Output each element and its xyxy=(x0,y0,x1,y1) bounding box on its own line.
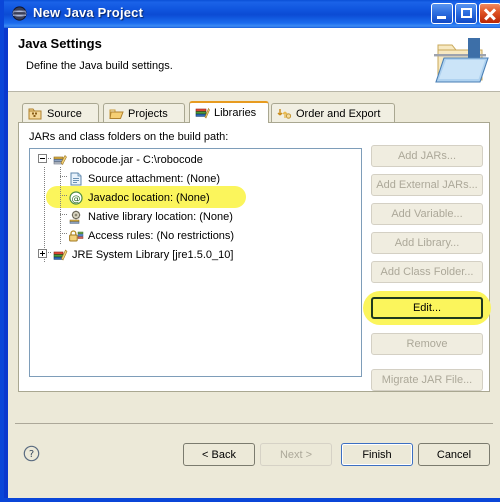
tree-connector xyxy=(60,176,68,177)
tree-row-label: Access rules: (No restrictions) xyxy=(88,229,235,242)
libraries-icon xyxy=(195,106,210,120)
svg-text:?: ? xyxy=(29,449,34,460)
add-class-folder-button[interactable]: Add Class Folder... xyxy=(371,261,483,283)
tab-order-and-export-label: Order and Export xyxy=(296,107,381,120)
tree-row-label: Native library location: (None) xyxy=(88,210,233,223)
tree-connector xyxy=(60,233,68,234)
expand-expander-icon[interactable] xyxy=(38,249,47,258)
remove-wrap: Remove xyxy=(371,333,483,355)
add-library-button[interactable]: Add Library... xyxy=(371,232,483,254)
page-subtitle: Define the Java build settings. xyxy=(26,60,173,72)
tree-row-access-rules[interactable]: Access rules: (No restrictions) xyxy=(68,226,234,245)
svg-text:@: @ xyxy=(72,194,81,204)
dialog-window: New Java Project Java Settings Define th… xyxy=(0,0,500,502)
libraries-tab-panel: JARs and class folders on the build path… xyxy=(18,122,491,392)
jar-icon xyxy=(52,152,68,168)
maximize-button[interactable] xyxy=(455,3,477,24)
cancel-button[interactable]: Cancel xyxy=(418,443,490,466)
window-title: New Java Project xyxy=(33,5,144,20)
tree-row-jre-system-library[interactable]: JRE System Library [jre1.5.0_10] xyxy=(38,245,234,264)
eclipse-globe-icon xyxy=(12,6,27,21)
tab-source-label: Source xyxy=(47,107,82,120)
edit-wrap: Edit... xyxy=(363,291,491,325)
jre-lib-icon xyxy=(52,247,68,263)
tree-row-jar[interactable]: robocode.jar - C:\robocode xyxy=(38,150,203,169)
tree-row-label: Javadoc location: (None) xyxy=(88,191,210,204)
window-controls xyxy=(431,3,500,24)
tab-source[interactable]: Source xyxy=(22,103,99,123)
tree-connector xyxy=(60,214,68,215)
tab-libraries[interactable]: Libraries xyxy=(189,101,269,123)
add-class-folder-wrap: Add Class Folder... xyxy=(371,261,483,283)
build-path-tree[interactable]: robocode.jar - C:\robocode Source attach… xyxy=(29,148,362,377)
source-folder-icon xyxy=(28,107,43,121)
tree-row-native-library[interactable]: Native library location: (None) xyxy=(68,207,233,226)
tab-projects-label: Projects xyxy=(128,107,168,120)
tree-row-label: robocode.jar - C:\robocode xyxy=(72,153,203,166)
close-button[interactable] xyxy=(479,3,500,24)
tab-order-and-export[interactable]: Order and Export xyxy=(271,103,395,123)
dialog-client-area: Java Settings Define the Java build sett… xyxy=(8,28,500,498)
access-lock-icon xyxy=(68,228,84,244)
back-button[interactable]: < Back xyxy=(183,443,255,466)
java-folder-icon xyxy=(430,32,492,88)
migrate-jar-file-button[interactable]: Migrate JAR File... xyxy=(371,369,483,391)
add-library-wrap: Add Library... xyxy=(371,232,483,254)
tab-libraries-label: Libraries xyxy=(214,107,257,119)
migrate-jar-file-wrap: Migrate JAR File... xyxy=(371,369,483,391)
footer-separator xyxy=(15,423,493,424)
tree-row-javadoc-location[interactable]: @ Javadoc location: (None) xyxy=(46,186,246,208)
collapse-expander-icon[interactable] xyxy=(38,154,47,163)
tab-bar: Source Projects Libraries Order and Expo… xyxy=(18,101,490,123)
tree-row-label: JRE System Library [jre1.5.0_10] xyxy=(72,248,234,261)
add-variable-button[interactable]: Add Variable... xyxy=(371,203,483,225)
tree-connector xyxy=(60,195,68,196)
page-title: Java Settings xyxy=(18,36,102,51)
add-external-jars-button[interactable]: Add External JARs... xyxy=(371,174,483,196)
next-button[interactable]: Next > xyxy=(260,443,332,466)
tab-projects[interactable]: Projects xyxy=(103,103,185,123)
edit-button[interactable]: Edit... xyxy=(371,297,483,319)
native-lib-icon xyxy=(68,209,84,225)
order-export-icon xyxy=(277,107,292,121)
javadoc-at-icon: @ xyxy=(68,190,84,206)
add-jars-button[interactable]: Add JARs... xyxy=(371,145,483,167)
add-jars-wrap: Add JARs... xyxy=(371,145,483,167)
tree-connector xyxy=(44,167,45,262)
add-variable-wrap: Add Variable... xyxy=(371,203,483,225)
help-question-icon[interactable]: ? xyxy=(23,445,40,462)
title-bar: New Java Project xyxy=(4,0,500,28)
source-doc-icon xyxy=(68,171,84,187)
build-path-label: JARs and class folders on the build path… xyxy=(29,131,229,143)
tree-row-label: Source attachment: (None) xyxy=(88,172,221,185)
add-external-jars-wrap: Add External JARs... xyxy=(371,174,483,196)
finish-button[interactable]: Finish xyxy=(341,443,413,466)
project-folder-icon xyxy=(109,107,124,121)
minimize-button[interactable] xyxy=(431,3,453,24)
remove-button[interactable]: Remove xyxy=(371,333,483,355)
wizard-header: Java Settings Define the Java build sett… xyxy=(8,28,500,92)
